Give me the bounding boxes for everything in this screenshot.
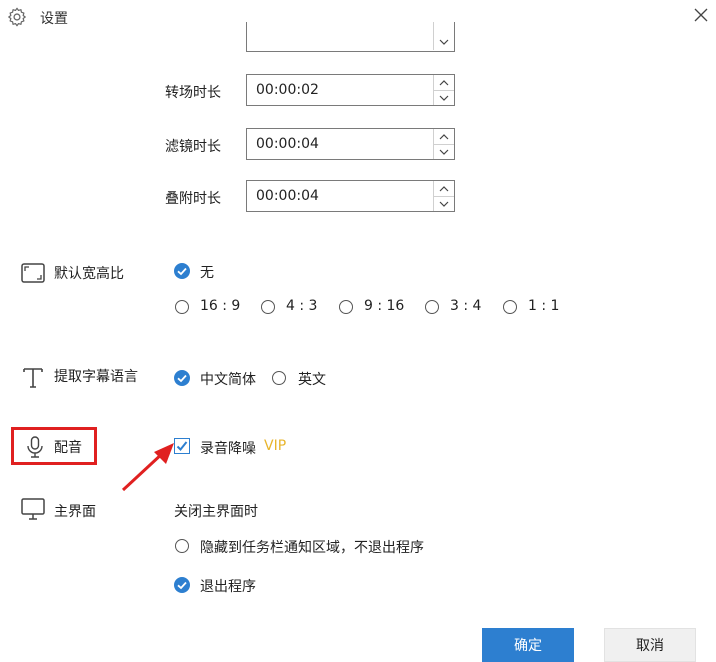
chevron-up-icon[interactable]	[434, 181, 454, 197]
monitor-icon	[21, 498, 45, 520]
chevron-down-icon[interactable]	[434, 144, 454, 159]
aspect-ratio-icon	[21, 263, 45, 283]
aspect-3-4-label[interactable]: 3 : 4	[450, 298, 481, 314]
filter-duration-value[interactable]: 00:00:04	[256, 136, 319, 152]
subtitle-english-radio[interactable]	[272, 371, 286, 385]
subtitle-chinese-label[interactable]: 中文简体	[200, 369, 256, 389]
overlay-duration-value[interactable]: 00:00:04	[256, 188, 319, 204]
text-icon	[23, 368, 43, 388]
transition-duration-value[interactable]: 00:00:02	[256, 82, 319, 98]
aspect-4-3-radio[interactable]	[261, 300, 275, 314]
transition-duration-label: 转场时长	[165, 85, 221, 101]
overlay-duration-label: 叠附时长	[165, 191, 221, 207]
transition-duration-spinbox[interactable]: 00:00:02	[246, 74, 455, 106]
filter-duration-spinbox[interactable]: 00:00:04	[246, 128, 455, 160]
aspect-9-16-label[interactable]: 9 : 16	[364, 298, 404, 314]
aspect-ratio-label: 默认宽高比	[54, 266, 124, 282]
chevron-down-icon[interactable]	[434, 34, 454, 49]
chevron-down-icon[interactable]	[434, 196, 454, 211]
chevron-up-icon[interactable]	[434, 129, 454, 145]
aspect-16-9-radio[interactable]	[175, 300, 189, 314]
subtitle-chinese-radio[interactable]	[174, 370, 190, 386]
aspect-1-1-label[interactable]: 1 : 1	[528, 298, 559, 314]
exit-program-radio[interactable]	[174, 577, 190, 593]
chevron-down-icon[interactable]	[434, 90, 454, 105]
window-title: 设置	[40, 11, 68, 27]
noise-reduction-label[interactable]: 录音降噪	[200, 438, 256, 458]
aspect-9-16-radio[interactable]	[339, 300, 353, 314]
filter-duration-label: 滤镜时长	[165, 139, 221, 155]
close-icon[interactable]	[690, 4, 712, 26]
chevron-up-icon[interactable]	[434, 75, 454, 91]
hide-to-tray-radio[interactable]	[175, 539, 189, 553]
exit-program-label[interactable]: 退出程序	[200, 576, 256, 596]
aspect-4-3-label[interactable]: 4 : 3	[286, 298, 317, 314]
hide-to-tray-label[interactable]: 隐藏到任务栏通知区域，不退出程序	[200, 537, 424, 557]
partial-duration-spinbox[interactable]	[246, 22, 455, 52]
ok-button[interactable]: 确定	[482, 628, 574, 662]
annotation-arrow	[121, 443, 174, 492]
aspect-3-4-radio[interactable]	[425, 300, 439, 314]
on-close-label: 关闭主界面时	[174, 504, 258, 520]
microphone-icon	[27, 436, 43, 458]
dubbing-label: 配音	[54, 440, 82, 456]
cancel-button[interactable]: 取消	[604, 628, 696, 662]
subtitle-english-label[interactable]: 英文	[298, 369, 326, 389]
aspect-16-9-label[interactable]: 16 : 9	[200, 298, 240, 314]
vip-badge: VIP	[264, 438, 287, 454]
overlay-duration-spinbox[interactable]: 00:00:04	[246, 180, 455, 212]
main-window-label: 主界面	[54, 504, 96, 520]
gear-icon	[8, 7, 26, 27]
aspect-none-label[interactable]: 无	[200, 262, 214, 282]
aspect-1-1-radio[interactable]	[503, 300, 517, 314]
subtitle-language-label: 提取字幕语言	[54, 369, 138, 385]
aspect-none-radio[interactable]	[174, 263, 190, 279]
